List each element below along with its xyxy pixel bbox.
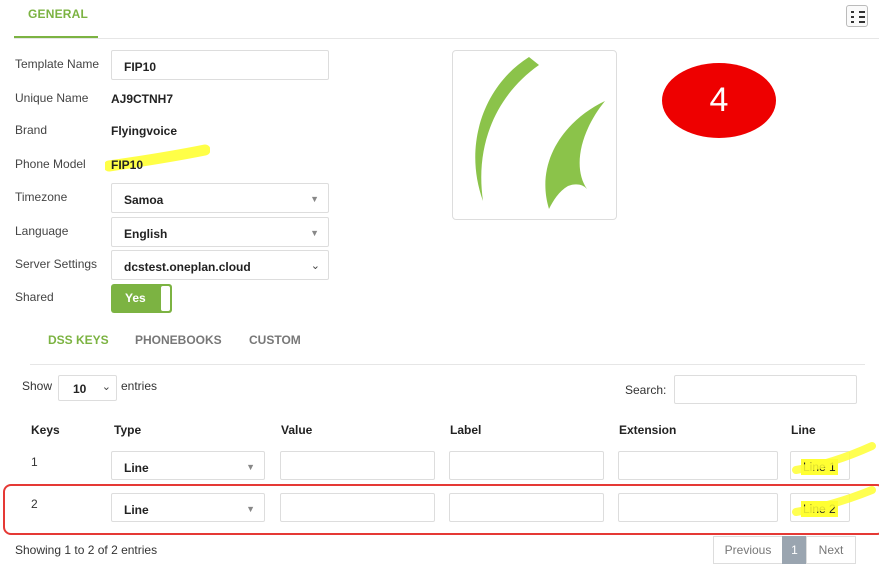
entries-label: entries — [121, 379, 158, 393]
row-1-extension-input[interactable] — [618, 451, 778, 480]
pagination-previous[interactable]: Previous — [713, 536, 783, 564]
row-1-type-select[interactable]: Line ▼ — [111, 451, 265, 480]
header-line: Line — [791, 423, 816, 437]
unique-name-value: AJ9CTNH7 — [111, 92, 174, 106]
subtab-divider — [30, 364, 865, 365]
phone-model-value: FIP10 — [111, 158, 144, 172]
pagination-page-1[interactable]: 1 — [782, 536, 807, 564]
server-settings-label: Server Settings — [15, 257, 98, 271]
list-menu-icon[interactable] — [846, 5, 868, 27]
server-settings-select[interactable]: dcstest.oneplan.cloud ⌄ — [111, 250, 329, 280]
chevron-down-icon: ⌄ — [310, 260, 320, 272]
timezone-select[interactable]: Samoa ▼ — [111, 183, 329, 213]
shared-toggle[interactable]: Yes — [111, 284, 172, 313]
row-1-line-highlight — [792, 442, 876, 474]
tab-phonebooks[interactable]: PHONEBOOKS — [135, 333, 222, 347]
search-input[interactable] — [674, 375, 857, 404]
brand-value: Flyingvoice — [111, 124, 178, 138]
language-label: Language — [15, 224, 69, 238]
row-1-key: 1 — [31, 455, 38, 469]
flyingvoice-logo — [475, 57, 605, 209]
chevron-down-icon: ▼ — [310, 194, 319, 204]
tab-dss-keys[interactable]: DSS KEYS — [48, 333, 109, 347]
toggle-knob — [161, 286, 170, 311]
header-value: Value — [281, 423, 313, 437]
table-info: Showing 1 to 2 of 2 entries — [15, 543, 158, 557]
annotation-row-frame — [3, 484, 879, 535]
row-1-label-input[interactable] — [449, 451, 604, 480]
brand-logo-frame — [452, 50, 617, 220]
template-name-input[interactable]: FIP10 — [111, 50, 329, 80]
phone-model-label: Phone Model — [15, 157, 86, 171]
header-extension: Extension — [619, 423, 677, 437]
row-1-type-value: Line — [124, 461, 149, 475]
language-value: English — [124, 227, 168, 241]
language-select[interactable]: English ▼ — [111, 217, 329, 247]
template-name-label: Template Name — [15, 57, 100, 71]
tab-divider — [14, 38, 879, 39]
tab-custom[interactable]: CUSTOM — [249, 333, 301, 347]
shared-label: Shared — [15, 290, 54, 304]
pagination-next[interactable]: Next — [806, 536, 856, 564]
server-settings-value: dcstest.oneplan.cloud — [124, 260, 251, 274]
row-1-value-input[interactable] — [280, 451, 435, 480]
annotation-badge: 4 — [662, 63, 776, 138]
unique-name-label: Unique Name — [15, 91, 89, 105]
template-name-value: FIP10 — [124, 60, 157, 74]
header-label: Label — [450, 423, 482, 437]
timezone-value: Samoa — [124, 193, 164, 207]
chevron-down-icon: ▼ — [310, 228, 319, 238]
chevron-down-icon: ▼ — [246, 462, 255, 472]
show-label: Show — [22, 379, 53, 393]
entries-value: 10 — [73, 382, 87, 396]
header-keys: Keys — [31, 423, 60, 437]
entries-select[interactable]: 10 ⌄ — [58, 375, 117, 401]
search-label: Search: — [625, 383, 667, 397]
header-type: Type — [114, 423, 142, 437]
brand-label: Brand — [15, 123, 48, 137]
timezone-label: Timezone — [15, 190, 68, 204]
chevron-down-icon: ⌄ — [101, 381, 111, 393]
tab-general[interactable]: GENERAL — [28, 7, 88, 21]
shared-toggle-label: Yes — [125, 291, 146, 305]
